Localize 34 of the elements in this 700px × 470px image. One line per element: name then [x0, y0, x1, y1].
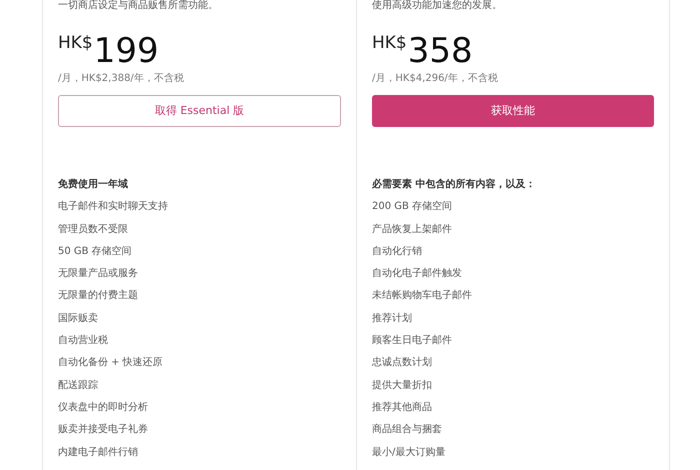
feature-heading: 必需要素 中包含的所有内容，以及： — [372, 179, 536, 192]
feature-item: 200 GB 存储空间 — [372, 201, 454, 214]
billing-note: /月，HK$2,388/年，不含税 — [58, 73, 185, 85]
feature-item: 内建电子邮件行销 — [58, 446, 139, 460]
feature-item: 顾客生日电子邮件 — [372, 335, 453, 348]
feature-item: 无限量产品或服务 — [58, 268, 139, 282]
feature-item: 推荐其他商品 — [372, 402, 433, 415]
feature-heading: 免费使用一年域 — [58, 179, 129, 192]
feature-item: 产品恢复上架邮件 — [372, 224, 453, 237]
price: 358 — [408, 34, 473, 68]
feature-item: 配送跟踪 — [58, 380, 99, 393]
feature-item: 自动化行销 — [372, 246, 423, 259]
feature-item: 提供大量折扣 — [372, 380, 433, 393]
feature-item: 推荐计划 — [372, 312, 413, 326]
feature-item: 管理员数不受限 — [58, 224, 129, 237]
feature-item: 贩卖并接受电子礼券 — [58, 424, 149, 438]
feature-item: 忠诚点数计划 — [372, 357, 433, 370]
feature-item: 商品组合与捆套 — [372, 424, 443, 438]
feature-item: 最小/最大订购量 — [372, 446, 446, 460]
feature-item: 电子邮件和实时聊天支持 — [58, 201, 169, 214]
feature-item: 无限量的付费主题 — [58, 290, 139, 304]
feature-item: 50 GB 存储空间 — [58, 246, 133, 259]
currency: HK$ — [372, 33, 407, 53]
plan-button[interactable]: 获取性能 — [372, 95, 654, 127]
price: 199 — [94, 34, 159, 68]
feature-item: 未结帐购物车电子邮件 — [372, 290, 473, 304]
feature-item: 自动化电子邮件触发 — [372, 268, 463, 282]
feature-item: 自动营业税 — [58, 335, 109, 348]
plan-button[interactable]: 取得 Essential 版 — [58, 95, 341, 127]
billing-note: /月，HK$4,296/年，不含税 — [372, 73, 499, 85]
feature-item: 国际贩卖 — [58, 312, 99, 326]
feature-item: 自动化备份 + 快速还原 — [58, 357, 164, 370]
currency: HK$ — [58, 33, 93, 53]
feature-item: 仪表盘中的即时分析 — [58, 402, 149, 415]
